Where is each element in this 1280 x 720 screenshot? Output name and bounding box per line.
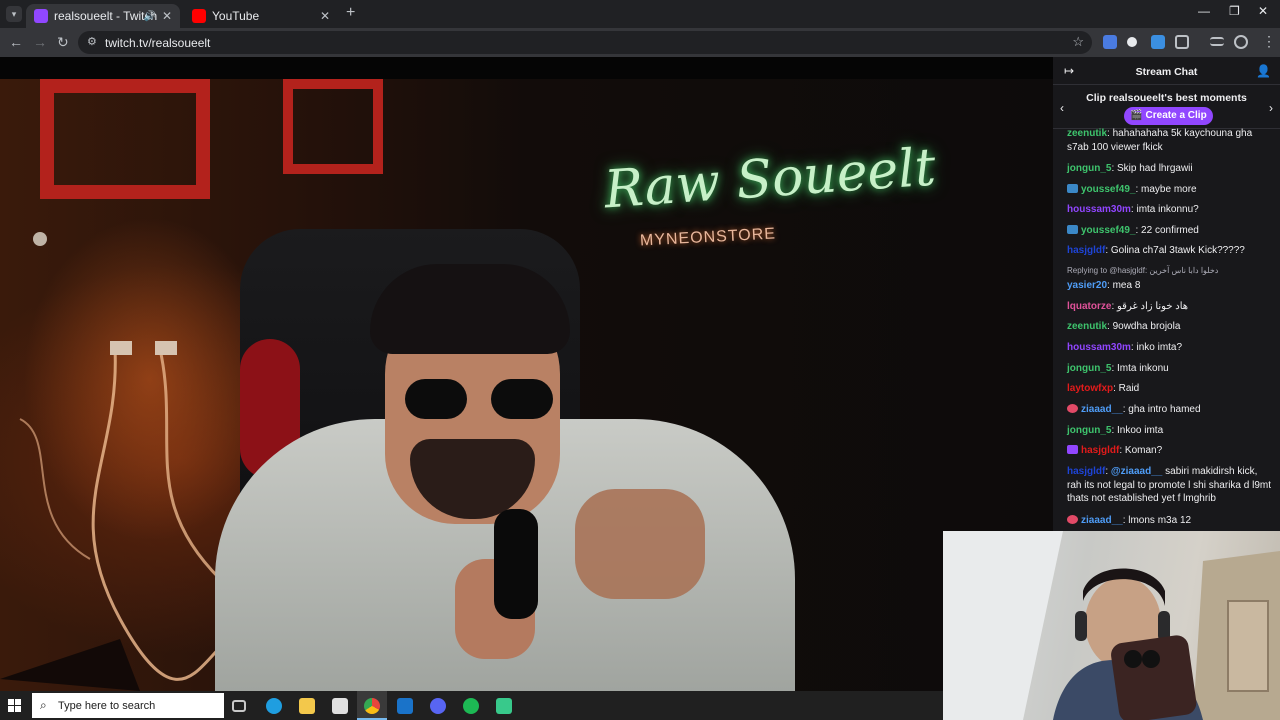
chrome-icon[interactable] <box>364 698 380 714</box>
search-icon: ⌕ <box>40 698 47 712</box>
menu-dots-icon[interactable]: ⋮ <box>1262 33 1276 50</box>
chat-message: zeenutik: hahahahaha 5k kaychouna gha s7… <box>1067 128 1253 153</box>
back-icon[interactable]: ← <box>9 34 23 50</box>
tab-close-icon[interactable]: ✕ <box>320 9 330 23</box>
chat-message: jongun_5: Inkoo imta <box>1067 425 1164 436</box>
speaker-icon[interactable]: 🔊 <box>144 11 156 22</box>
youtube-favicon-icon <box>192 9 206 23</box>
media-control-icon[interactable] <box>1210 37 1224 46</box>
chat-header: ↦ Stream Chat 👤 <box>1053 57 1280 85</box>
taskbar-search-box[interactable]: ⌕ Type here to search <box>32 693 224 718</box>
sunglasses <box>405 379 555 419</box>
chat-message: jongun_5: Imta inkonu <box>1067 363 1169 374</box>
tab-search-icon[interactable]: ▾ <box>6 6 22 22</box>
search-placeholder: Type here to search <box>58 700 156 712</box>
community-icon[interactable]: 👤 <box>1256 64 1271 78</box>
windows-taskbar: ⌕ Type here to search <box>0 691 943 720</box>
chat-message: laytowfxp: Raid <box>1067 383 1140 394</box>
chat-message: jongun_5: Skip had lhrgawii <box>1067 163 1193 174</box>
app-icon[interactable] <box>496 698 512 714</box>
new-tab-button[interactable]: + <box>346 4 355 22</box>
create-clip-button[interactable]: 🎬 Create a Clip <box>1124 107 1213 125</box>
reply-context: Replying to @hasjgldf: دخلوا دابا ناس آخ… <box>1067 266 1219 275</box>
chat-message: zeenutik: 9owdha brojola <box>1067 321 1181 332</box>
profile-icon[interactable] <box>1234 35 1248 49</box>
video-player[interactable]: Raw Soueelt MYNEONSTORE <box>0 57 1053 691</box>
minimize-button[interactable]: — <box>1198 4 1210 18</box>
chat-message: youssef49_: 22 confirmed <box>1067 224 1273 238</box>
chat-message: ziaaad__: lmons m3a 12 <box>1067 514 1273 528</box>
chat-message: hasjgldf: @ziaaad__ sabiri makidirsh kic… <box>1067 466 1271 504</box>
address-bar[interactable]: ⚙ twitch.tv/realsoueelt ☆ <box>78 31 1092 54</box>
tab-strip: ▾ realsoueelt - Twitch 🔊 ✕ YouTube ✕ + —… <box>0 0 1280 28</box>
restore-button[interactable]: ❐ <box>1229 4 1240 18</box>
streamer-hand <box>575 489 705 599</box>
chat-message: youssef49_: maybe more <box>1067 183 1273 197</box>
webcam-scene <box>943 531 1280 720</box>
stream-chat-panel: ↦ Stream Chat 👤 ‹ Clip realsoueelt's bes… <box>1053 57 1280 531</box>
translate-extension-icon[interactable] <box>1103 35 1117 49</box>
player-top-bar <box>0 57 1053 79</box>
close-window-button[interactable]: ✕ <box>1258 4 1268 18</box>
extensions-puzzle-icon[interactable] <box>1175 35 1189 49</box>
bookmark-star-icon[interactable]: ☆ <box>1072 34 1084 50</box>
edge-icon[interactable] <box>266 698 282 714</box>
webcam-overlay <box>943 531 1280 720</box>
chat-message: hasjgldf: Golina ch7al 3tawk Kick????? <box>1067 245 1245 256</box>
tab-close-icon[interactable]: ✕ <box>162 9 172 23</box>
outlook-icon[interactable] <box>397 698 413 714</box>
star-badge-icon <box>1067 445 1078 454</box>
microphone <box>494 509 538 619</box>
reload-icon[interactable]: ↻ <box>57 34 69 51</box>
heart-badge-icon <box>1067 515 1078 524</box>
discord-icon[interactable] <box>430 698 446 714</box>
tab-title: YouTube <box>212 9 260 23</box>
chat-message: hasjgldf: Koman? <box>1067 444 1273 458</box>
browser-toolbar: ← → ↻ ⚙ twitch.tv/realsoueelt ☆ ⋮ <box>0 28 1280 57</box>
forward-icon[interactable]: → <box>33 34 47 50</box>
clip-banner-text: Clip realsoueelt's best moments <box>1086 92 1247 104</box>
file-explorer-icon[interactable] <box>299 698 315 714</box>
chevron-right-icon[interactable]: › <box>1269 101 1273 115</box>
chat-message: houssam30m: inko imta? <box>1067 342 1183 353</box>
heart-badge-icon <box>1067 404 1078 413</box>
streamer-hair <box>370 264 570 354</box>
stream-video-frame[interactable]: Raw Soueelt MYNEONSTORE <box>0 79 1053 691</box>
extension-icon[interactable] <box>1127 37 1137 47</box>
subscriber-badge-icon <box>1067 184 1078 193</box>
clip-banner: ‹ Clip realsoueelt's best moments 🎬 Crea… <box>1053 85 1280 129</box>
url-text[interactable]: twitch.tv/realsoueelt <box>105 36 210 50</box>
site-info-icon[interactable]: ⚙ <box>87 35 97 48</box>
tab-twitch[interactable]: realsoueelt - Twitch 🔊 ✕ <box>26 4 180 28</box>
subscriber-badge-icon <box>1067 225 1078 234</box>
windows-start-icon[interactable] <box>8 699 21 712</box>
tab-youtube[interactable]: YouTube ✕ <box>184 4 338 28</box>
twitch-favicon-icon <box>34 9 48 23</box>
chat-message: ziaaad__: gha intro hamed <box>1067 403 1273 417</box>
tab-title: realsoueelt - Twitch <box>54 9 158 23</box>
store-icon[interactable] <box>332 698 348 714</box>
chat-message: houssam30m: imta inkonnu? <box>1067 204 1199 215</box>
task-view-icon[interactable] <box>232 700 246 712</box>
chat-title: Stream Chat <box>1135 66 1198 78</box>
extension-icon[interactable] <box>1151 35 1165 49</box>
chat-message: lquatorze: هاد خونا زاد غرقو <box>1067 301 1189 312</box>
chat-message: yasier20: mea 8 <box>1067 280 1141 291</box>
spotify-icon[interactable] <box>463 698 479 714</box>
